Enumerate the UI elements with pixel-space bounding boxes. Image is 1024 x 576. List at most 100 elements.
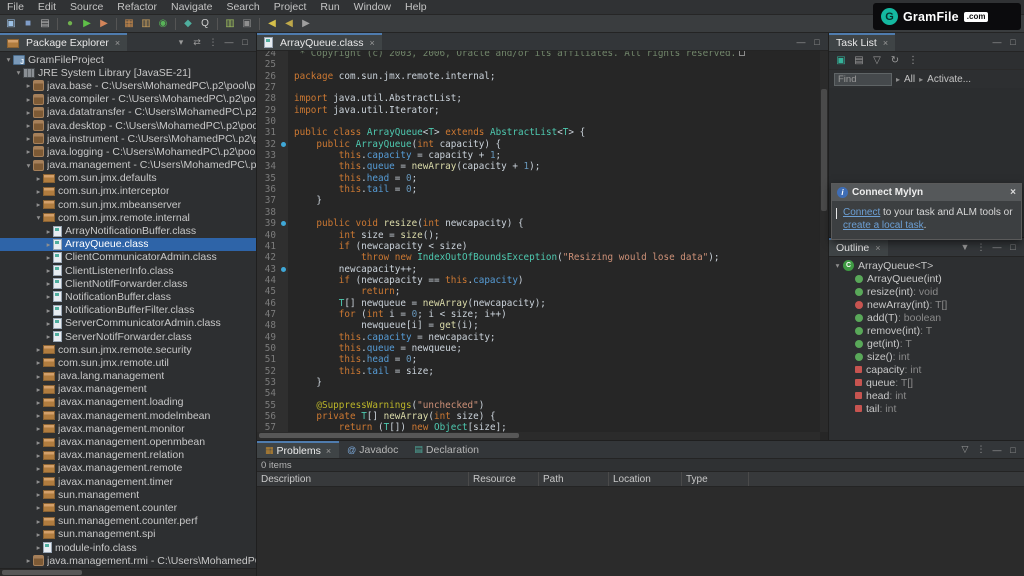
- tree-item[interactable]: ▾com.sun.jmx.remote.internal: [0, 211, 256, 224]
- tree-item[interactable]: ▸com.sun.jmx.interceptor: [0, 185, 256, 198]
- code-line[interactable]: 49 this.capacity = newcapacity;: [257, 332, 828, 343]
- tree-item[interactable]: ▸sun.management.counter: [0, 501, 256, 514]
- menu-source[interactable]: Source: [63, 1, 110, 13]
- tree-item[interactable]: ▸NotificationBuffer.class: [0, 290, 256, 303]
- tab-package-explorer[interactable]: Package Explorer ×: [0, 33, 127, 51]
- find-input[interactable]: [834, 73, 892, 86]
- minimize-icon[interactable]: —: [223, 37, 235, 47]
- code-line[interactable]: 26package com.sun.jmx.remote.internal;: [257, 71, 828, 82]
- minimize-icon[interactable]: —: [991, 445, 1003, 455]
- collapsed-icon[interactable]: ▸: [44, 306, 53, 315]
- menu-help[interactable]: Help: [398, 1, 434, 13]
- scrollbar-thumb[interactable]: [259, 433, 519, 438]
- menu-window[interactable]: Window: [347, 1, 398, 13]
- close-icon[interactable]: ×: [326, 446, 331, 456]
- all-dropdown[interactable]: All: [904, 74, 915, 85]
- tree-item[interactable]: ▸ServerNotifForwarder.class: [0, 330, 256, 343]
- view-menu-icon[interactable]: ⋮: [207, 37, 219, 48]
- collapsed-icon[interactable]: ▸: [34, 358, 43, 367]
- code-line[interactable]: 43 newcapacity++;: [257, 264, 828, 275]
- code-line[interactable]: 44 if (newcapacity == this.capacity): [257, 275, 828, 286]
- tree-item[interactable]: ▸ServerCommunicatorAdmin.class: [0, 317, 256, 330]
- collapsed-icon[interactable]: ▸: [34, 385, 43, 394]
- tree-item[interactable]: ▸sun.management.counter.perf: [0, 515, 256, 528]
- tree-item[interactable]: ▸module-info.class: [0, 541, 256, 554]
- outline-item[interactable]: ArrayQueue(int): [829, 272, 1024, 285]
- link-with-editor-icon[interactable]: ⇄: [191, 37, 203, 48]
- outline-item[interactable]: size() : int: [829, 350, 1024, 363]
- editor-vscrollbar[interactable]: [820, 51, 828, 432]
- tree-item[interactable]: ▸java.base - C:\Users\MohamedPC\.p2\pool…: [0, 79, 256, 92]
- collapsed-icon[interactable]: ▸: [24, 81, 33, 90]
- outline-item[interactable]: capacity : int: [829, 363, 1024, 376]
- tree-item[interactable]: ▸java.instrument - C:\Users\MohamedPC\.p…: [0, 132, 256, 145]
- collapsed-icon[interactable]: ▸: [44, 240, 53, 249]
- open-type-icon[interactable]: ◆: [180, 17, 196, 31]
- collapsed-icon[interactable]: ▸: [34, 398, 43, 407]
- tab-task-list[interactable]: Task List ×: [829, 33, 895, 51]
- synchronize-icon[interactable]: ↻: [887, 54, 903, 68]
- code-line[interactable]: 55 @SuppressWarnings("unchecked"): [257, 400, 828, 411]
- outline-item[interactable]: tail : int: [829, 402, 1024, 415]
- code-line[interactable]: 56 private T[] newArray(int size) {: [257, 411, 828, 422]
- code-line[interactable]: 35 this.head = 0;: [257, 173, 828, 184]
- minimize-icon[interactable]: —: [795, 37, 807, 47]
- tab-declaration[interactable]: ▤Declaration: [406, 441, 487, 458]
- minimize-icon[interactable]: —: [991, 37, 1003, 47]
- expanded-icon[interactable]: ▾: [833, 261, 842, 270]
- scrollbar-thumb[interactable]: [821, 89, 827, 211]
- column-header-resource[interactable]: Resource: [469, 472, 539, 486]
- code-line[interactable]: 46 T[] newqueue = newArray(newcapacity);: [257, 298, 828, 309]
- expanded-icon[interactable]: ▾: [14, 68, 23, 77]
- tree-item[interactable]: ▸ClientCommunicatorAdmin.class: [0, 251, 256, 264]
- code-line[interactable]: 42 throw new IndexOutOfBoundsException("…: [257, 252, 828, 263]
- expanded-icon[interactable]: ▾: [4, 55, 13, 64]
- maximize-icon[interactable]: □: [1007, 242, 1019, 252]
- outline-item[interactable]: add(T) : boolean: [829, 311, 1024, 324]
- column-header-path[interactable]: Path: [539, 472, 609, 486]
- collapsed-icon[interactable]: ▸: [44, 332, 53, 341]
- save-icon[interactable]: ■: [20, 17, 36, 31]
- outline-item[interactable]: newArray(int) : T[]: [829, 298, 1024, 311]
- tree-item[interactable]: ▸sun.management: [0, 488, 256, 501]
- activate-link[interactable]: Activate...: [927, 74, 971, 85]
- tree-item[interactable]: ▸ArrayQueue.class: [0, 238, 256, 251]
- outline-item[interactable]: queue : T[]: [829, 376, 1024, 389]
- tab-outline[interactable]: Outline ×: [829, 238, 888, 256]
- tree-hscrollbar[interactable]: [0, 568, 256, 576]
- sort-icon[interactable]: ▼: [959, 242, 971, 252]
- tree-item[interactable]: ▸com.sun.jmx.defaults: [0, 172, 256, 185]
- filter-completed-icon[interactable]: ▽: [869, 54, 885, 68]
- collapsed-icon[interactable]: ▸: [24, 134, 33, 143]
- menu-edit[interactable]: Edit: [31, 1, 63, 13]
- tree-item[interactable]: ▸com.sun.jmx.mbeanserver: [0, 198, 256, 211]
- code-editor[interactable]: 24 * Copyright (c) 2003, 2006, Oracle an…: [257, 51, 828, 440]
- collapsed-icon[interactable]: ▸: [44, 266, 53, 275]
- close-icon[interactable]: ×: [115, 38, 120, 48]
- popup-link[interactable]: create a local task: [843, 220, 924, 231]
- tree-item[interactable]: ▸ClientListenerInfo.class: [0, 264, 256, 277]
- column-header-location[interactable]: Location: [609, 472, 682, 486]
- collapsed-icon[interactable]: ▸: [34, 372, 43, 381]
- tree-item[interactable]: ▸java.compiler - C:\Users\MohamedPC\.p2\…: [0, 93, 256, 106]
- code-line[interactable]: 51 this.head = 0;: [257, 354, 828, 365]
- collapsed-icon[interactable]: ▸: [44, 227, 53, 236]
- collapsed-icon[interactable]: ▸: [24, 108, 33, 117]
- code-line[interactable]: 50 this.queue = newqueue;: [257, 343, 828, 354]
- code-line[interactable]: 38: [257, 207, 828, 218]
- menu-search[interactable]: Search: [219, 1, 266, 13]
- menu-run[interactable]: Run: [313, 1, 346, 13]
- collapsed-icon[interactable]: ▸: [34, 543, 43, 552]
- view-menu-icon[interactable]: ⋮: [905, 54, 921, 68]
- tree-item[interactable]: ▸com.sun.jmx.remote.util: [0, 356, 256, 369]
- code-line[interactable]: 39 public void resize(int newcapacity) {: [257, 218, 828, 229]
- run-icon[interactable]: ▶: [79, 17, 95, 31]
- collapsed-icon[interactable]: ▸: [34, 503, 43, 512]
- debug-icon[interactable]: ●: [62, 17, 78, 31]
- tree-item[interactable]: ▸javax.management.modelmbean: [0, 409, 256, 422]
- tree-item[interactable]: ▸javax.management.openmbean: [0, 435, 256, 448]
- tree-item[interactable]: ▸ClientNotifForwarder.class: [0, 277, 256, 290]
- code-line[interactable]: 37 }: [257, 195, 828, 206]
- tab-arrayqueue-class[interactable]: ArrayQueue.class ×: [257, 33, 382, 50]
- maximize-icon[interactable]: □: [1007, 445, 1019, 455]
